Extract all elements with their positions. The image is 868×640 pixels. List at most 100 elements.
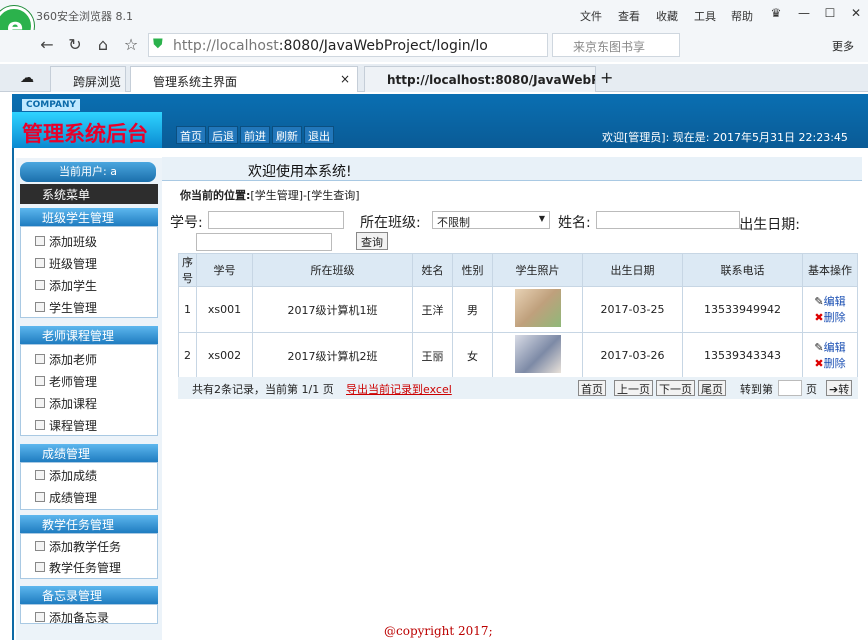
- cell-student-no: xs002: [196, 332, 253, 379]
- menu-favorites[interactable]: 收藏: [656, 8, 678, 24]
- back-icon[interactable]: ←: [36, 34, 58, 56]
- menu-view[interactable]: 查看: [618, 8, 640, 24]
- skin-icon[interactable]: ♛: [766, 6, 786, 22]
- cell-sex: 男: [452, 286, 493, 333]
- cloud-icon[interactable]: ☁: [20, 70, 34, 86]
- cell-sex: 女: [452, 332, 493, 379]
- go-button[interactable]: ➔转: [826, 380, 853, 396]
- cell-class: 2017级计算机2班: [252, 332, 413, 379]
- section-memo[interactable]: 备忘录管理: [20, 586, 158, 604]
- delete-link[interactable]: 删除: [824, 311, 846, 324]
- cell-no: 1: [178, 286, 197, 333]
- refresh-button[interactable]: 刷新: [272, 126, 302, 144]
- page-unit: 页: [806, 383, 817, 396]
- menu-add-student[interactable]: 添加学生: [34, 277, 97, 294]
- menu-add-teacher[interactable]: 添加老师: [34, 351, 97, 368]
- menu-add-memo[interactable]: 添加备忘录: [34, 609, 109, 623]
- welcome-user: 欢迎[管理员]:: [602, 131, 670, 144]
- menu-course-manage[interactable]: 课程管理: [34, 417, 97, 434]
- menu-tools[interactable]: 工具: [694, 8, 716, 24]
- breadcrumb: 你当前的位置:[学生管理]-[学生查询]: [180, 187, 360, 203]
- birth-label: 出生日期:: [739, 217, 800, 233]
- edit-link[interactable]: 编辑: [824, 295, 846, 308]
- first-page-button[interactable]: 首页: [578, 380, 606, 396]
- edit-icon: ✎: [814, 294, 824, 308]
- section-teacher-course[interactable]: 老师课程管理: [20, 326, 158, 344]
- star-icon[interactable]: ☆: [120, 34, 142, 56]
- section-box: 添加班级 班级管理 添加学生 学生管理: [20, 226, 158, 318]
- maximize-icon[interactable]: ☐: [820, 6, 840, 22]
- cell-name: 王丽: [412, 332, 453, 379]
- tab-localhost[interactable]: http://localhost:8080/JavaWebPr: [364, 66, 596, 92]
- col-no: 序号: [178, 253, 197, 287]
- menu-class-manage[interactable]: 班级管理: [34, 255, 97, 272]
- col-phone: 联系电话: [682, 253, 803, 287]
- tab-main[interactable]: 管理系统主界面: [130, 66, 358, 92]
- edit-icon: ✎: [814, 340, 824, 354]
- section-box: 添加成绩 成绩管理: [20, 462, 158, 510]
- cell-actions: ✎编辑 ✖删除: [802, 286, 858, 333]
- section-box: 添加老师 老师管理 添加课程 课程管理: [20, 344, 158, 436]
- menu-teacher-manage[interactable]: 老师管理: [34, 373, 97, 390]
- home-icon[interactable]: ⌂: [92, 34, 114, 56]
- col-actions: 基本操作: [802, 253, 858, 287]
- menu-add-course[interactable]: 添加课程: [34, 395, 97, 412]
- cell-actions: ✎编辑 ✖删除: [802, 332, 858, 379]
- table-row: 2 xs002 2017级计算机2班 王丽 女 2017-03-26 13539…: [178, 332, 858, 379]
- back-button[interactable]: 后退: [208, 126, 238, 144]
- prev-page-button[interactable]: 上一页: [614, 380, 653, 396]
- table-header-row: 序号 学号 所在班级 姓名 性别 学生照片 出生日期 联系电话 基本操作: [178, 253, 858, 287]
- url-path: :8080/JavaWebProject/login/lo: [278, 38, 488, 54]
- go-button-label: 转: [838, 383, 850, 396]
- tab-cross-screen[interactable]: 跨屏浏览: [50, 66, 126, 92]
- search-input[interactable]: 来京东图书享: [552, 33, 680, 57]
- last-page-button[interactable]: 尾页: [698, 380, 726, 396]
- cell-phone: 13533949942: [682, 286, 803, 333]
- menu-student-manage[interactable]: 学生管理: [34, 299, 97, 316]
- datetime: 2017年5月31日 22:23:45: [713, 131, 848, 144]
- cell-photo: [492, 332, 583, 379]
- minimize-icon[interactable]: —: [794, 6, 814, 22]
- birth-input[interactable]: [196, 233, 332, 251]
- delete-icon: ✖: [814, 356, 824, 370]
- url-field[interactable]: ⛊ http://localhost:8080/JavaWebProject/l…: [148, 33, 548, 57]
- reload-icon[interactable]: ↻: [64, 34, 86, 56]
- next-page-button[interactable]: 下一页: [656, 380, 695, 396]
- query-button[interactable]: 查询: [356, 232, 388, 250]
- close-tab-icon[interactable]: ×: [340, 72, 350, 86]
- close-window-icon[interactable]: ✕: [846, 6, 866, 22]
- cell-birth: 2017-03-25: [582, 286, 683, 333]
- export-excel-link[interactable]: 导出当前记录到excel: [346, 381, 452, 397]
- menu-file[interactable]: 文件: [580, 8, 602, 24]
- delete-link[interactable]: 删除: [824, 357, 846, 370]
- delete-icon: ✖: [814, 310, 824, 324]
- more-menu[interactable]: 更多: [832, 38, 854, 54]
- location-path: [学生管理]-[学生查询]: [250, 189, 360, 202]
- col-birth: 出生日期: [582, 253, 683, 287]
- menu-add-task[interactable]: 添加教学任务: [34, 538, 121, 555]
- section-score[interactable]: 成绩管理: [20, 444, 158, 462]
- home-button[interactable]: 首页: [176, 126, 206, 144]
- col-class: 所在班级: [252, 253, 413, 287]
- new-tab-icon[interactable]: +: [600, 68, 613, 87]
- header-status: 欢迎[管理员]: 现在是: 2017年5月31日 22:23:45: [602, 129, 848, 145]
- section-class-student[interactable]: 班级学生管理: [20, 208, 158, 226]
- menu-add-score[interactable]: 添加成绩: [34, 467, 97, 484]
- forward-button[interactable]: 前进: [240, 126, 270, 144]
- menu-task-manage[interactable]: 教学任务管理: [34, 559, 121, 576]
- student-photo: [514, 335, 561, 373]
- goto-page-input[interactable]: [778, 380, 802, 396]
- section-teaching-task[interactable]: 教学任务管理: [20, 515, 158, 533]
- edit-link[interactable]: 编辑: [824, 341, 846, 354]
- col-sex: 性别: [452, 253, 493, 287]
- record-summary: 共有2条记录，当前第 1/1 页: [192, 383, 334, 396]
- table-row: 1 xs001 2017级计算机1班 王洋 男 2017-03-25 13533…: [178, 286, 858, 333]
- menu-help[interactable]: 帮助: [731, 8, 753, 24]
- menu-score-manage[interactable]: 成绩管理: [34, 489, 97, 506]
- menu-add-class[interactable]: 添加班级: [34, 233, 97, 250]
- logout-button[interactable]: 退出: [304, 126, 334, 144]
- system-menu-title: 系统菜单: [20, 184, 158, 204]
- app-title: 管理系统后台: [22, 122, 148, 146]
- pager: 共有2条记录，当前第 1/1 页 导出当前记录到excel 首页 上一页 下一页…: [178, 377, 858, 399]
- section-box: 添加教学任务 教学任务管理: [20, 533, 158, 579]
